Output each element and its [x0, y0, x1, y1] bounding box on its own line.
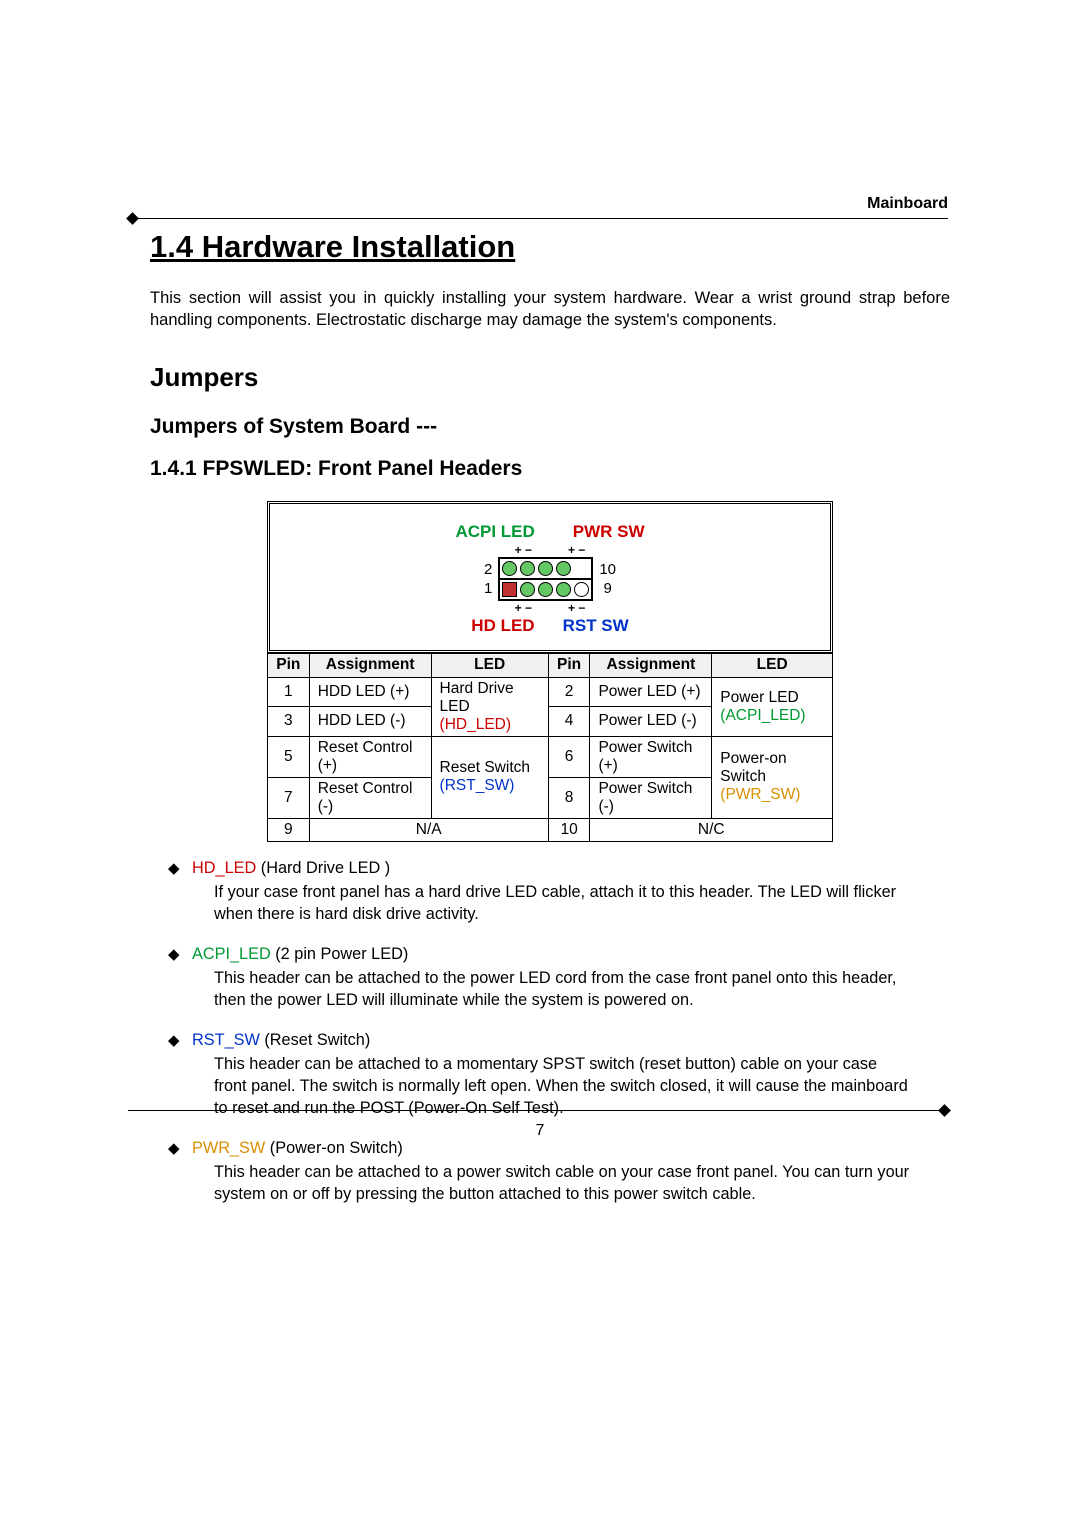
bullet-icon: ◆	[168, 1031, 180, 1051]
note-code: RST_SW	[192, 1031, 260, 1049]
intro-paragraph: This section will assist you in quickly …	[150, 287, 950, 332]
th-assign-2: Assignment	[590, 653, 712, 677]
note-label: (Power-on Switch)	[265, 1139, 403, 1157]
table-row: 1 HDD LED (+) Hard Drive LED(HD_LED) 2 P…	[268, 677, 833, 707]
pm-top-right: + −	[568, 543, 585, 557]
header-diagram: ACPI LED PWR SW + − + − 2 1	[267, 501, 833, 653]
diagram-acpi-label: ACPI LED	[455, 522, 534, 542]
pin-10-label: 10	[599, 561, 616, 578]
th-assign-1: Assignment	[309, 653, 431, 677]
note-body: This header can be attached to the power…	[214, 967, 912, 1011]
pin-table: Pin Assignment LED Pin Assignment LED 1 …	[267, 653, 833, 842]
th-pin-2: Pin	[548, 653, 590, 677]
note-label: (Reset Switch)	[260, 1031, 370, 1049]
jumpers-heading: Jumpers	[150, 362, 950, 393]
note-code: PWR_SW	[192, 1139, 265, 1157]
bullet-icon: ◆	[168, 1139, 180, 1159]
pm-top-left: + −	[515, 543, 532, 557]
notes-list: ◆ HD_LED (Hard Drive LED ) If your case …	[192, 857, 912, 1205]
page-number: 7	[0, 1122, 1080, 1140]
pm-bot-left: + −	[515, 601, 532, 615]
note-code: HD_LED	[192, 859, 256, 877]
pm-bot-right: + −	[568, 601, 585, 615]
diagram-pwrsw-label: PWR SW	[573, 522, 645, 542]
note-body: This header can be attached to a momenta…	[214, 1053, 912, 1119]
th-led-2: LED	[712, 653, 833, 677]
section-title: 1.4 Hardware Installation	[150, 229, 950, 265]
note-code: ACPI_LED	[192, 945, 271, 963]
note-pwrsw: ◆ PWR_SW (Power-on Switch) This header c…	[192, 1137, 912, 1205]
note-hdled: ◆ HD_LED (Hard Drive LED ) If your case …	[192, 857, 912, 925]
th-led-1: LED	[431, 653, 548, 677]
footer-rule	[128, 1110, 948, 1111]
pin-2-label: 2	[484, 561, 492, 578]
note-acpiled: ◆ ACPI_LED (2 pin Power LED) This header…	[192, 943, 912, 1011]
th-pin-1: Pin	[268, 653, 310, 677]
pin-1-label: 1	[484, 580, 492, 597]
note-label: (2 pin Power LED)	[271, 945, 409, 963]
jumpers-sub: Jumpers of System Board ---	[150, 415, 950, 439]
note-body: This header can be attached to a power s…	[214, 1161, 912, 1205]
bullet-icon: ◆	[168, 859, 180, 879]
diagram-hdled-label: HD LED	[471, 616, 534, 636]
pin-grid	[498, 557, 593, 601]
page-content: 1.4 Hardware Installation This section w…	[150, 195, 950, 1223]
note-label: (Hard Drive LED )	[256, 859, 390, 877]
diagram-rstsw-label: RST SW	[563, 616, 629, 636]
table-row: 5 Reset Control (+) Reset Switch(RST_SW)…	[268, 736, 833, 777]
bullet-icon: ◆	[168, 945, 180, 965]
table-row: 9 N/A 10 N/C	[268, 818, 833, 841]
fpswled-heading: 1.4.1 FPSWLED: Front Panel Headers	[150, 457, 950, 481]
note-body: If your case front panel has a hard driv…	[214, 881, 912, 925]
pin-9-label: 9	[599, 580, 616, 597]
note-rstsw: ◆ RST_SW (Reset Switch) This header can …	[192, 1029, 912, 1119]
